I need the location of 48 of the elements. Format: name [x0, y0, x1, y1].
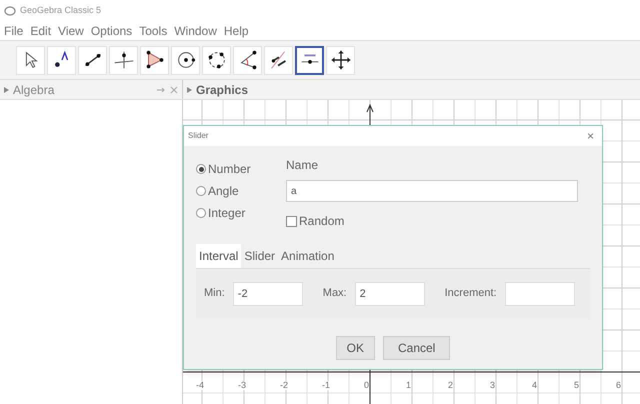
- menu-item[interactable]: File: [4, 22, 24, 40]
- radio-button[interactable]: [196, 208, 206, 218]
- close-button[interactable]: ×: [582, 127, 598, 145]
- tab[interactable]: Interval: [196, 244, 242, 268]
- tab[interactable]: Animation: [278, 244, 338, 268]
- dialog-title: Slider: [188, 130, 208, 142]
- checkbox-label: Random: [299, 213, 344, 230]
- tab[interactable]: Slider: [241, 244, 278, 268]
- menu-item[interactable]: View: [58, 22, 84, 40]
- menu-item[interactable]: Help: [224, 22, 249, 40]
- axis-tick-label: 3: [490, 381, 496, 390]
- input-field[interactable]: -2: [232, 282, 303, 306]
- field-label: Max:: [322, 286, 347, 302]
- menu-item[interactable]: Edit: [30, 22, 52, 40]
- axis-tick-label: 1: [406, 381, 412, 390]
- dialog-button[interactable]: Cancel: [382, 336, 450, 360]
- axis-tick-label: -1: [322, 381, 330, 390]
- menu-item[interactable]: Tools: [139, 22, 168, 40]
- axis-tick-label: -2: [280, 381, 288, 390]
- app-logo-icon: [4, 5, 16, 17]
- input-field[interactable]: 2: [354, 282, 425, 306]
- expand-arrow-icon[interactable]: [4, 86, 9, 92]
- radio-button[interactable]: [196, 186, 206, 196]
- expand-arrow-icon[interactable]: [187, 86, 192, 92]
- menu-item[interactable]: Options: [90, 22, 132, 40]
- input-field[interactable]: [504, 282, 575, 306]
- axis-tick-label: 2: [448, 381, 454, 390]
- menu-item[interactable]: Window: [174, 22, 217, 40]
- tool-button[interactable]: [295, 46, 324, 74]
- name-field[interactable]: a: [286, 180, 578, 202]
- panel-title: Graphics: [196, 82, 248, 98]
- radio-label: Integer: [208, 205, 246, 222]
- radio-label: Angle: [208, 183, 239, 200]
- axis-tick-label: 0: [364, 381, 370, 390]
- axis-tick-label: 5: [574, 381, 580, 390]
- name-label: Name: [286, 157, 320, 174]
- radio-label: Number: [208, 161, 251, 178]
- axis-tick-label: -3: [238, 381, 246, 390]
- dialog-button[interactable]: OK: [336, 336, 375, 360]
- field-label: Increment:: [444, 286, 497, 302]
- axis-tick-label: 4: [532, 381, 538, 390]
- panel-title: Algebra: [13, 82, 54, 98]
- checkbox[interactable]: [286, 216, 297, 226]
- axis-tick-label: -4: [196, 381, 204, 390]
- axis-tick-label: 6: [616, 381, 622, 390]
- field-label: Min:: [204, 286, 225, 302]
- radio-button[interactable]: [196, 164, 206, 174]
- window-title: GeoGebra Classic 5: [20, 4, 102, 18]
